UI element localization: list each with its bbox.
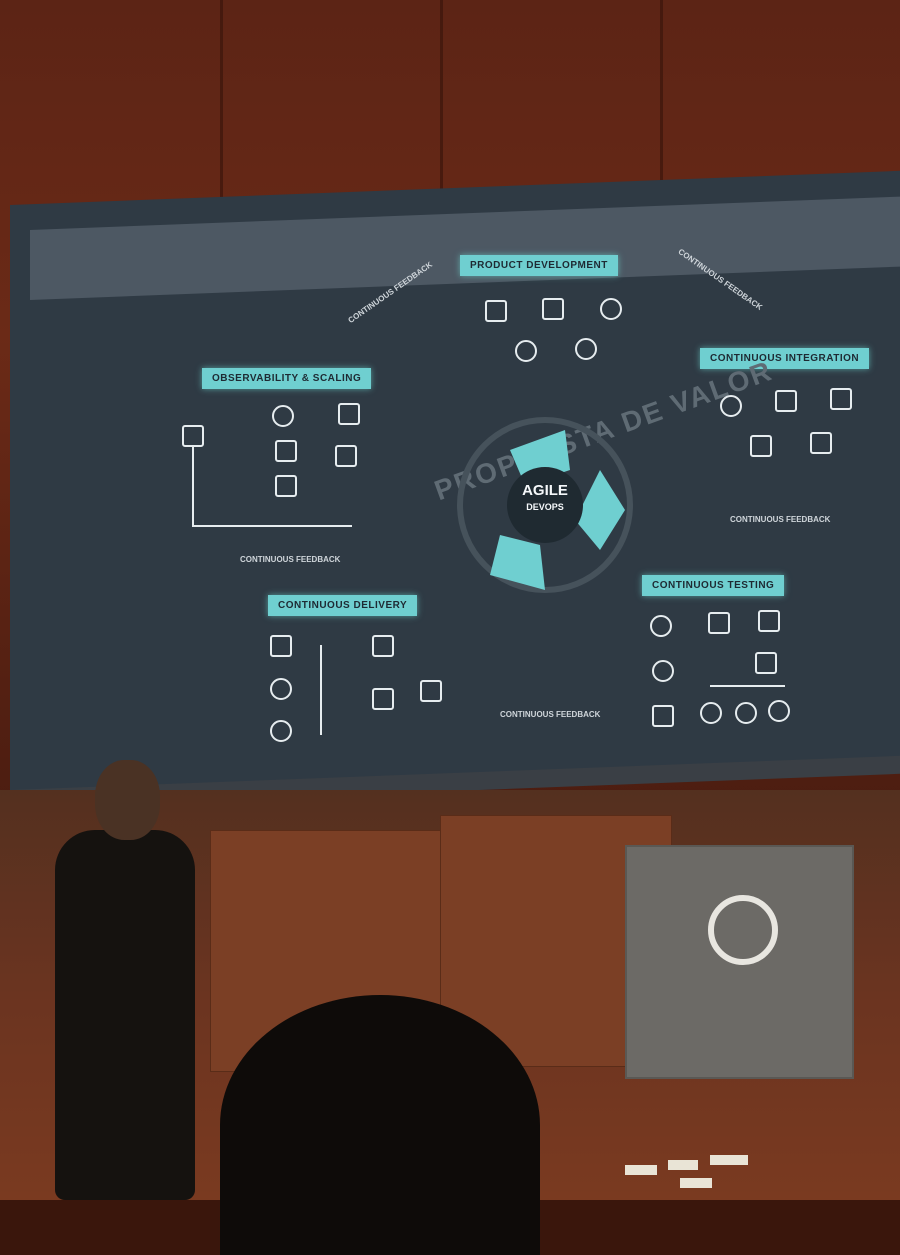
center-title-agile: AGILE	[522, 482, 568, 499]
feedback-label-right: CONTINUOUS FEEDBACK	[730, 515, 831, 524]
feedback-label-top-right: CONTINUOUS FEEDBACK	[676, 247, 764, 312]
speaker-head	[95, 760, 160, 840]
connector-line	[192, 445, 194, 525]
connector-line	[710, 685, 785, 687]
hand-icon	[575, 338, 597, 360]
cube-icon	[182, 425, 204, 447]
cube-icon	[270, 635, 292, 657]
feedback-label-top-left: CONTINUOUS FEEDBACK	[346, 260, 434, 325]
audience-head	[220, 995, 540, 1255]
connector-line	[192, 525, 352, 527]
network-icon	[758, 610, 780, 632]
stage-observability-scaling: OBSERVABILITY & SCALING	[202, 368, 372, 389]
fan-icon	[338, 403, 360, 425]
chart-icon	[275, 440, 297, 462]
speaker-body	[55, 830, 195, 1200]
document-icon	[542, 298, 564, 320]
search-icon	[270, 720, 292, 742]
wall-panel-seam	[660, 0, 663, 210]
gauge-icon	[272, 405, 294, 427]
feedback-label-left: CONTINUOUS FEEDBACK	[240, 555, 341, 564]
team-icon	[515, 340, 537, 362]
stage-continuous-testing: CONTINUOUS TESTING	[642, 575, 785, 596]
wall-panel-seam	[440, 0, 443, 210]
brain-icon	[270, 678, 292, 700]
target-icon	[652, 660, 674, 682]
stage-continuous-delivery: CONTINUOUS DELIVERY	[268, 595, 418, 616]
database-icon	[810, 432, 832, 454]
grid-icon	[775, 390, 797, 412]
monitor-icon	[708, 612, 730, 634]
stage-continuous-integration: CONTINUOUS INTEGRATION	[700, 348, 870, 369]
circle-logo-icon	[708, 895, 778, 965]
projected-slide: PRODUCT DEVELOPMENT CONTINUOUS INTEGRATI…	[30, 240, 890, 780]
floor-light	[625, 1165, 657, 1175]
floor-light	[668, 1160, 698, 1170]
wheel-segment	[490, 535, 545, 590]
floor-light	[710, 1155, 748, 1165]
server-icon	[755, 652, 777, 674]
center-title-devops: DEVOPS	[526, 502, 564, 512]
cube-icon	[485, 300, 507, 322]
server-icon	[830, 388, 852, 410]
floor-light	[680, 1178, 712, 1188]
cloud-icon	[650, 615, 672, 637]
wall-panel-seam	[220, 0, 223, 210]
search-icon	[768, 700, 790, 722]
cycle-icon	[720, 395, 742, 417]
connector-line	[320, 645, 322, 735]
feedback-label-bottom: CONTINUOUS FEEDBACK	[500, 710, 601, 719]
chart-icon	[750, 435, 772, 457]
stage-product-development: PRODUCT DEVELOPMENT	[460, 255, 618, 276]
server-icon	[420, 680, 442, 702]
bulb-icon	[700, 702, 722, 724]
monitor-icon	[372, 688, 394, 710]
robot-icon	[372, 635, 394, 657]
chart-icon	[652, 705, 674, 727]
storage-icon	[275, 475, 297, 497]
check-icon	[600, 298, 622, 320]
brain-icon	[735, 702, 757, 724]
server-icon	[335, 445, 357, 467]
